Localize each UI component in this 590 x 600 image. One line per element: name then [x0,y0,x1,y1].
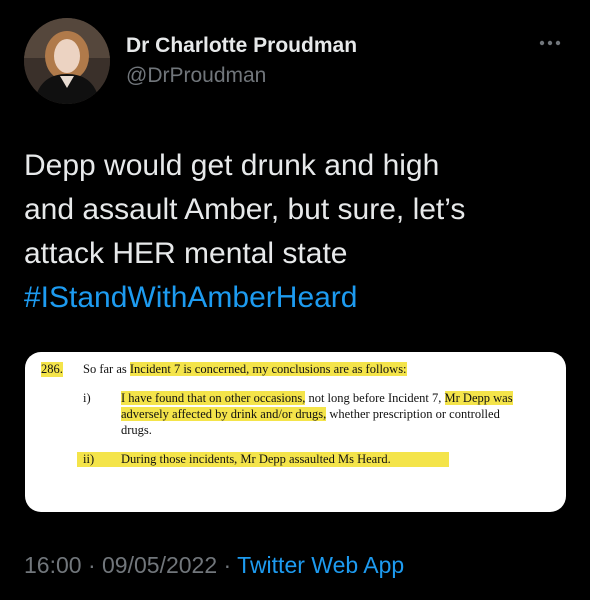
attached-image[interactable]: 286. So far as Incident 7 is concerned, … [25,352,566,512]
tweet-time[interactable]: 16:00 [24,552,82,578]
doc-item1-line: drugs. [121,423,152,437]
doc-intro-line: So far as Incident 7 is concerned, my co… [83,362,407,377]
separator: · [217,552,238,578]
doc-item1-line: I have found that on other occasions, no… [121,391,513,406]
doc-paragraph-number: 286. [41,362,63,377]
tweet-text: Depp would get drunk and high and assaul… [24,144,564,320]
doc-highlight: Mr Depp was [444,391,513,405]
doc-highlight: I have found that on other occasions, [121,391,306,405]
tweet-date[interactable]: 09/05/2022 [102,552,217,578]
tweet-text-line: attack HER mental state [24,237,348,270]
doc-item2-line: ii) During those incidents, Mr Depp assau… [77,452,449,467]
author-handle[interactable]: @DrProudman [126,64,266,88]
doc-item-label: ii) [83,452,95,466]
doc-item-label: i) [83,391,91,405]
tweet-text-line: and assault Amber, but sure, let’s [24,193,466,226]
tweet-source-link[interactable]: Twitter Web App [237,552,404,578]
doc-text: whether prescription or controlled [326,407,500,421]
doc-text: During those incidents, Mr Depp assaulte… [121,452,391,466]
doc-item1-line: adversely affected by drink and/or drugs… [121,407,500,422]
tweet: Dr Charlotte Proudman @DrProudman Depp w… [0,0,590,600]
doc-highlight: Incident 7 is concerned, my conclusions … [129,362,407,376]
separator: · [81,552,103,578]
doc-text: not long before Incident 7, [305,391,445,405]
more-horizontal-icon[interactable] [536,36,564,50]
avatar[interactable] [24,18,110,104]
author-name[interactable]: Dr Charlotte Proudman [126,34,357,58]
hashtag-link[interactable]: #IStandWithAmberHeard [24,276,564,320]
tweet-text-line: Depp would get drunk and high [24,149,440,182]
doc-highlight: adversely affected by drink and/or drugs… [121,407,327,421]
tweet-metadata: 16:00 · 09/05/2022 · Twitter Web App [24,552,404,579]
avatar-image [24,18,110,104]
doc-text: So far as [83,362,130,376]
